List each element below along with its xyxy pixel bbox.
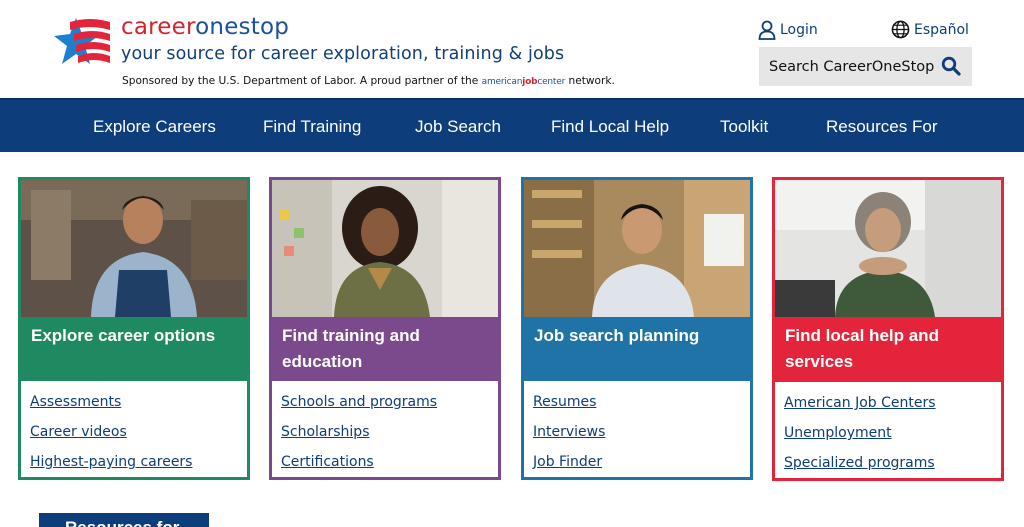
tagline: your source for career exploration, trai… <box>121 44 565 64</box>
search-label: Search CareerOneStop <box>769 58 935 75</box>
american-job-center-logo[interactable]: americanjobcenter <box>481 77 566 87</box>
nav-explore-careers[interactable]: Explore Careers <box>93 117 216 137</box>
ajc-part1: american <box>481 77 523 87</box>
card-photo-explore[interactable] <box>21 180 247 317</box>
card-photo-training[interactable] <box>272 180 498 317</box>
card-links: Schools and programs Scholarships Certif… <box>272 381 498 477</box>
nav-resources-for[interactable]: Resources For <box>826 117 937 137</box>
person-icon <box>758 20 776 40</box>
nav-job-search[interactable]: Job Search <box>415 117 501 137</box>
site-search-button[interactable]: Search CareerOneStop <box>759 47 972 86</box>
card-links: Resumes Interviews Job Finder <box>524 381 750 477</box>
card-title[interactable]: Find training and education <box>272 317 498 381</box>
login-label: Login <box>780 22 818 38</box>
flag-star-logo[interactable] <box>50 14 112 72</box>
login-link[interactable]: Login <box>758 20 818 40</box>
globe-icon <box>891 20 910 39</box>
card-photo-job-search[interactable] <box>524 180 750 317</box>
card-links: American Job Centers Unemployment Specia… <box>775 382 1001 478</box>
link-american-job-centers[interactable]: American Job Centers <box>784 388 991 418</box>
card-links: Assessments Career videos Highest-paying… <box>21 381 247 477</box>
link-schools-and-programs[interactable]: Schools and programs <box>281 387 488 417</box>
resources-for-label: Resources for <box>65 518 179 527</box>
link-unemployment[interactable]: Unemployment <box>784 418 991 448</box>
link-specialized-programs[interactable]: Specialized programs <box>784 448 991 478</box>
search-icon <box>941 56 961 76</box>
card-title[interactable]: Find local help and services <box>775 317 1001 382</box>
link-assessments[interactable]: Assessments <box>30 387 237 417</box>
link-highest-paying-careers[interactable]: Highest-paying careers <box>30 447 237 477</box>
card-find-local-help: Find local help and services American Jo… <box>772 177 1004 481</box>
nav-find-local-help[interactable]: Find Local Help <box>551 117 669 137</box>
link-job-finder[interactable]: Job Finder <box>533 447 740 477</box>
brand-name[interactable]: careeronestop <box>121 14 289 40</box>
link-interviews[interactable]: Interviews <box>533 417 740 447</box>
sponsor-before: Sponsored by the U.S. Department of Labo… <box>122 75 479 87</box>
sponsor-after: network. <box>568 75 615 87</box>
card-photo-local-help[interactable] <box>775 180 1001 317</box>
brand-name-part2: onestop <box>195 14 290 40</box>
resources-for-button[interactable]: Resources for <box>39 513 209 527</box>
card-explore-careers: Explore career options Assessments Caree… <box>18 177 250 480</box>
card-job-search: Job search planning Resumes Interviews J… <box>521 177 753 480</box>
site-header: careeronestop your source for career exp… <box>0 0 1024 98</box>
link-career-videos[interactable]: Career videos <box>30 417 237 447</box>
nav-toolkit[interactable]: Toolkit <box>720 117 768 137</box>
link-certifications[interactable]: Certifications <box>281 447 488 477</box>
ajc-part2: job <box>522 77 538 87</box>
ajc-part3: center <box>537 77 566 87</box>
card-title[interactable]: Explore career options <box>21 317 247 381</box>
link-resumes[interactable]: Resumes <box>533 387 740 417</box>
card-find-training: Find training and education Schools and … <box>269 177 501 480</box>
brand-name-part1: career <box>121 14 196 40</box>
nav-find-training[interactable]: Find Training <box>263 117 361 137</box>
link-scholarships[interactable]: Scholarships <box>281 417 488 447</box>
card-title[interactable]: Job search planning <box>524 317 750 381</box>
language-label: Español <box>914 21 969 38</box>
sponsor-text: Sponsored by the U.S. Department of Labo… <box>122 75 615 87</box>
main-nav: Explore Careers Find Training Job Search… <box>0 98 1024 152</box>
language-link[interactable]: Español <box>891 20 969 39</box>
